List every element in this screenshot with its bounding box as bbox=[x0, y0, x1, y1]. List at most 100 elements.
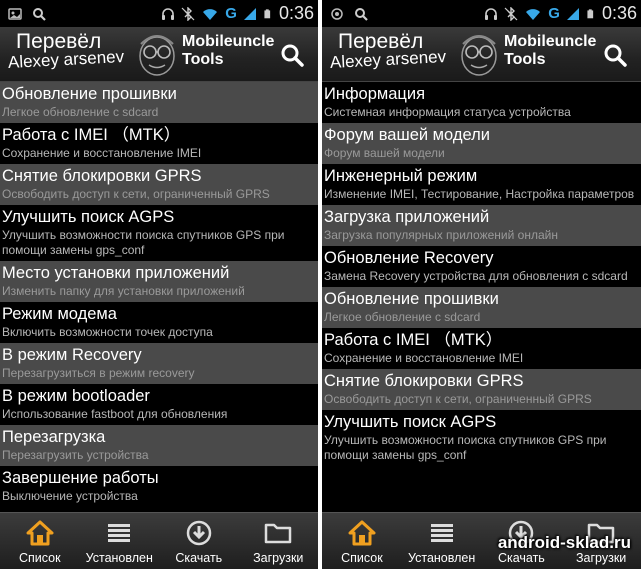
folder-icon bbox=[263, 519, 293, 547]
network-type-label: G bbox=[548, 5, 560, 22]
app-title: Mobileuncle Tools bbox=[182, 33, 275, 68]
list-item-title: Работа с IMEI （MTK） bbox=[2, 126, 181, 144]
camera-icon bbox=[331, 7, 343, 20]
list-item[interactable]: Работа с IMEI （MTK） Сохранение и восстано… bbox=[0, 123, 318, 164]
clock: 0:36 bbox=[601, 3, 637, 23]
list-item-title: Работа с IMEI （MTK） bbox=[324, 331, 503, 349]
list-item-title: Обновление Recovery bbox=[324, 249, 494, 267]
list-item-title: Обновление прошивки bbox=[2, 85, 177, 103]
list-item-title: Форум вашей модели bbox=[324, 126, 490, 144]
tab-folder[interactable]: Загрузки bbox=[239, 513, 319, 569]
search-icon bbox=[281, 44, 304, 67]
list-item[interactable]: В режим Recovery Перезагрузиться в режим … bbox=[0, 343, 318, 384]
app-title: Mobileuncle Tools bbox=[504, 33, 597, 68]
list-icon bbox=[427, 519, 457, 547]
list-item[interactable]: Снятие блокировки GPRS Освободить доступ … bbox=[322, 369, 641, 410]
list-item-subtitle: Легкое обновление с sdcard bbox=[324, 310, 481, 324]
list-item-title: Улучшить поиск AGPS bbox=[2, 208, 175, 226]
tab-label: Список bbox=[341, 551, 383, 565]
search-button[interactable] bbox=[266, 27, 318, 82]
list-item[interactable]: Место установки приложений Изменить папку… bbox=[0, 261, 318, 302]
tab-download[interactable]: Скачать bbox=[159, 513, 239, 569]
list-item[interactable]: Форум вашей модели Форум вашей модели bbox=[322, 123, 641, 164]
bluetooth-muted-icon bbox=[504, 6, 518, 21]
list-item-subtitle: Системная информация статуса устройства bbox=[324, 105, 571, 119]
list-item-subtitle: Освободить доступ к сети, ограниченный G… bbox=[2, 187, 270, 201]
list-item-subtitle: Выключение устройства bbox=[2, 489, 138, 503]
list-item-subtitle: Легкое обновление с sdcard bbox=[2, 105, 159, 119]
left-screen: G 0:36 Перевёл Alexey arsenev Mobileuncl… bbox=[0, 0, 318, 569]
tab-home[interactable]: Список bbox=[322, 513, 402, 569]
tab-label: Список bbox=[18, 551, 61, 565]
list-item-title: Место установки приложений bbox=[2, 264, 230, 282]
tab-label: Установлен bbox=[408, 551, 476, 565]
list-item-title: Загрузка приложений bbox=[324, 208, 490, 226]
list-item-subtitle: Улучшить возможности поиска спутников GP… bbox=[2, 228, 285, 257]
list-item[interactable]: Информация Системная информация статуса у… bbox=[322, 82, 641, 123]
mascot-face-icon bbox=[139, 35, 175, 76]
watermark: android-sklad.ru bbox=[497, 533, 631, 552]
status-bar: G 0:36 bbox=[322, 0, 641, 27]
list-icon bbox=[104, 519, 134, 547]
list-item-title: Перезагрузка bbox=[2, 428, 106, 446]
list-item-subtitle: Изменение IMEI, Тестирование, Настройка … bbox=[324, 187, 635, 201]
wifi-icon bbox=[526, 8, 541, 20]
search-button[interactable] bbox=[589, 27, 641, 82]
list-item[interactable]: В режим bootloader Использование fastboot… bbox=[0, 384, 318, 425]
headset-icon bbox=[485, 7, 498, 20]
tab-list[interactable]: Установлен bbox=[80, 513, 160, 569]
list-item-subtitle: Включить возможности точек доступа bbox=[2, 325, 213, 339]
list-item-title: Улучшить поиск AGPS bbox=[324, 413, 497, 431]
app-header: Перевёл Alexey arsenev Mobileuncle Tools bbox=[0, 27, 318, 82]
list-item[interactable]: Улучшить поиск AGPS Улучшить возможности … bbox=[0, 205, 318, 261]
list-item-subtitle: Сохранение и восстановление IMEI bbox=[2, 146, 202, 160]
list-item[interactable]: Улучшить поиск AGPS Улучшить возможности … bbox=[322, 410, 641, 466]
right-screen: G 0:36 Перевёл Alexey arsenev Mobileuncl… bbox=[322, 0, 641, 569]
list-item-subtitle: Замена Recovery устройства для обновлени… bbox=[324, 269, 628, 283]
list-item-subtitle: Улучшить возможности поиска спутников GP… bbox=[324, 433, 607, 462]
list-item-subtitle: Форум вашей модели bbox=[324, 146, 445, 160]
tab-label: Скачать bbox=[175, 551, 223, 565]
status-bar: G 0:36 bbox=[0, 0, 318, 27]
search-icon bbox=[604, 44, 627, 67]
list-item-title: Обновление прошивки bbox=[324, 290, 499, 308]
list-item-subtitle: Перезагрузить устройства bbox=[2, 448, 149, 462]
list-item-subtitle: Перезагрузиться в режим recovery bbox=[2, 366, 195, 380]
home-icon bbox=[25, 519, 55, 547]
app-logo: Перевёл Alexey arsenev bbox=[7, 30, 125, 72]
list-item[interactable]: Работа с IMEI （MTK） Сохранение и восстано… bbox=[322, 328, 641, 369]
tab-home[interactable]: Список bbox=[0, 513, 80, 569]
tab-label: Установлен bbox=[85, 551, 153, 565]
list-item-subtitle: Использование fastboot для обновления bbox=[2, 407, 228, 421]
search-icon bbox=[355, 7, 368, 21]
list-item[interactable]: Обновление прошивки Легкое обновление с s… bbox=[322, 287, 641, 328]
wifi-icon bbox=[203, 8, 218, 20]
list-item-title: Информация bbox=[324, 85, 426, 103]
list-item-subtitle: Изменить папку для установки приложений bbox=[2, 284, 245, 298]
list-item[interactable]: Инженерный режим Изменение IMEI, Тестиров… bbox=[322, 164, 641, 205]
list-item-title: Завершение работы bbox=[2, 469, 159, 487]
tab-label: Скачать bbox=[497, 551, 545, 565]
list-item[interactable]: Завершение работы Выключение устройства bbox=[0, 466, 318, 507]
list-item[interactable]: Режим модема Включить возможности точек д… bbox=[0, 302, 318, 343]
list-item-title: Инженерный режим bbox=[324, 167, 478, 185]
list-item[interactable]: Перезагрузка Перезагрузить устройства bbox=[0, 425, 318, 466]
list-item-title: В режим bootloader bbox=[2, 387, 150, 405]
app-header: Перевёл Alexey arsenev Mobileuncle Tools bbox=[322, 27, 641, 82]
signal-icon bbox=[566, 7, 579, 20]
bluetooth-muted-icon bbox=[181, 6, 195, 21]
list-item[interactable]: Обновление прошивки Легкое обновление с s… bbox=[0, 82, 318, 123]
tab-list[interactable]: Установлен bbox=[402, 513, 482, 569]
mascot-face-icon bbox=[461, 35, 497, 76]
menu-list: Обновление прошивки Легкое обновление с s… bbox=[0, 82, 318, 512]
list-item[interactable]: Обновление Recovery Замена Recovery устро… bbox=[322, 246, 641, 287]
list-item[interactable]: Снятие блокировки GPRS Освободить доступ … bbox=[0, 164, 318, 205]
bottom-tab-bar: Список Установлен Скачать Загрузки bbox=[0, 512, 318, 569]
signal-icon bbox=[243, 7, 256, 20]
list-item-title: Режим модема bbox=[2, 305, 117, 323]
list-item-subtitle: Загрузка популярных приложений онлайн bbox=[324, 228, 558, 242]
list-item[interactable]: Загрузка приложений Загрузка популярных п… bbox=[322, 205, 641, 246]
list-item-title: Снятие блокировки GPRS bbox=[324, 372, 524, 390]
network-type-label: G bbox=[225, 5, 237, 22]
battery-icon bbox=[587, 8, 594, 18]
